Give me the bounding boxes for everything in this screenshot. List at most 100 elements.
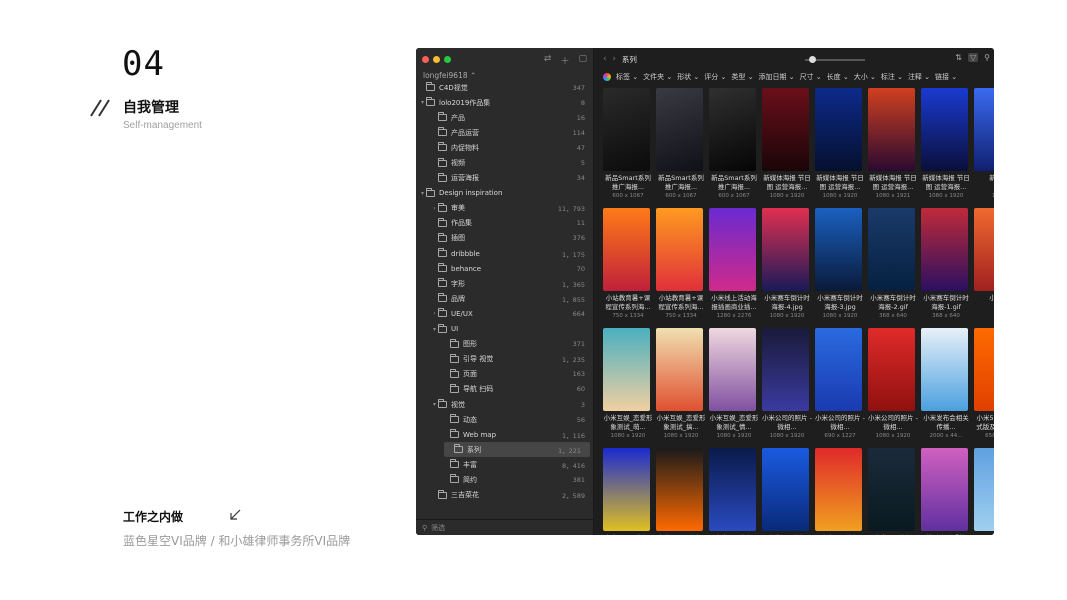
filter-dropdown[interactable]: 尺寸 ⌄ xyxy=(800,72,822,84)
tree-item[interactable]: 系列 1，221 xyxy=(444,442,590,458)
asset-thumbnail[interactable] xyxy=(815,88,862,171)
zoom-button[interactable] xyxy=(444,56,451,63)
asset-item[interactable]: 小米公司的照片 - 微相... 1080 x 1920 xyxy=(762,328,815,448)
asset-item[interactable]: 小米500强海报式版及板式参考 658 x 877 xyxy=(974,328,994,448)
tree-item[interactable]: 引导 视觉 1，235 xyxy=(416,352,594,367)
tree-item[interactable]: 产品运营 114 xyxy=(416,125,594,140)
tree-item[interactable]: 动态 56 xyxy=(416,412,594,427)
filter-dropdown[interactable]: 大小 ⌄ xyxy=(854,72,876,84)
asset-item[interactable]: 小米500强海报-形 xyxy=(656,448,709,535)
asset-item[interactable]: 新品Smart系列推广海报... 600 x 1067 xyxy=(603,88,656,208)
asset-thumbnail[interactable] xyxy=(603,208,650,291)
asset-thumbnail[interactable] xyxy=(709,208,756,291)
tree-item[interactable]: 三吉菜花 2，589 xyxy=(416,488,594,503)
asset-item[interactable]: 新品Smart系列推广海报... 600 x 1067 xyxy=(709,88,762,208)
tree-item[interactable]: 内促物料 47 xyxy=(416,140,594,155)
tree-item[interactable]: C4D视觉 347 xyxy=(416,80,594,95)
asset-thumbnail[interactable] xyxy=(709,328,756,411)
asset-thumbnail[interactable] xyxy=(868,328,915,411)
asset-thumbnail[interactable] xyxy=(709,448,756,531)
disclosure-icon[interactable]: › xyxy=(431,310,438,317)
filter-dropdown[interactable]: 添加日期 ⌄ xyxy=(758,72,794,84)
asset-item[interactable]: 小站教育暑+课程宣传系列海... 750 x 1334 xyxy=(603,208,656,328)
tree-item[interactable]: ▾ 视觉 3 xyxy=(416,397,594,412)
tree-item[interactable]: 产品 16 xyxy=(416,110,594,125)
tree-item[interactable]: 字形 1，365 xyxy=(416,276,594,291)
asset-thumbnail[interactable] xyxy=(656,208,703,291)
asset-item[interactable]: 小米315海报 xyxy=(709,448,762,535)
filter-dropdown[interactable]: 类型 ⌄ xyxy=(731,72,753,84)
asset-item[interactable]: 新媒体海报 节日图 运营海报... 1080 x 1920 xyxy=(921,88,974,208)
asset-thumbnail[interactable] xyxy=(762,328,809,411)
back-forward-icon[interactable]: ‹ › xyxy=(603,54,616,64)
asset-item[interactable]: 小米赛车倒计时海报-4.jpg 1080 x 1920 xyxy=(762,208,815,328)
tree-item[interactable]: 简约 381 xyxy=(416,472,594,487)
sidebar-filter[interactable]: ⚲ 筛选 xyxy=(416,519,594,535)
account-switcher[interactable]: longfei9618 ⌃ xyxy=(423,71,476,80)
asset-item[interactable]: 新媒体海报 节日图 运营海报... 1080 x 1920 xyxy=(815,88,868,208)
tree-item[interactable]: › UE/UX 664 xyxy=(416,306,594,321)
asset-item[interactable]: 新品Smart系列推广海报... 600 x 1067 xyxy=(656,88,709,208)
tree-item[interactable]: ▾ Design inspiration xyxy=(416,186,594,201)
filter-dropdown[interactable]: 文件夹 ⌄ xyxy=(643,72,672,84)
search-icon[interactable]: ⚲ xyxy=(984,53,990,62)
asset-item[interactable]: 小米赛车倒计时海报-2.gif 368 x 640 xyxy=(868,208,921,328)
tree-item[interactable]: 插图 376 xyxy=(416,231,594,246)
tree-item[interactable]: dribbble 1，175 xyxy=(416,246,594,261)
asset-item[interactable]: 小米线上活动海报插画商业插... 1280 x 2276 xyxy=(709,208,762,328)
minimize-button[interactable] xyxy=(433,56,440,63)
asset-thumbnail[interactable] xyxy=(815,208,862,291)
disclosure-icon[interactable]: ▾ xyxy=(419,99,426,106)
asset-thumbnail[interactable] xyxy=(603,88,650,171)
asset-thumbnail[interactable] xyxy=(815,328,862,411)
asset-thumbnail[interactable] xyxy=(974,88,994,171)
asset-thumbnail[interactable] xyxy=(921,328,968,411)
asset-thumbnail[interactable] xyxy=(603,448,650,531)
asset-item[interactable]: 小米发布会相关传播... 2000 x 44... xyxy=(921,328,974,448)
filter-icon[interactable]: ▽ xyxy=(967,53,979,62)
slider-handle[interactable] xyxy=(809,56,816,63)
sidebar-toggle-icon[interactable]: ▢ xyxy=(578,54,587,67)
asset-thumbnail[interactable] xyxy=(974,328,994,411)
asset-thumbnail[interactable] xyxy=(656,328,703,411)
asset-thumbnail[interactable] xyxy=(974,208,994,291)
disclosure-icon[interactable]: ▾ xyxy=(431,326,438,333)
filter-dropdown[interactable]: 长度 ⌄ xyxy=(827,72,849,84)
asset-thumbnail[interactable] xyxy=(868,448,915,531)
asset-item[interactable]: 小米互娱_恋爱形象测试_情... 1080 x 1920 xyxy=(709,328,762,448)
disclosure-icon[interactable]: ▾ xyxy=(431,401,438,408)
tree-item[interactable]: behance 70 xyxy=(416,261,594,276)
tree-item[interactable]: 导航 扫码 60 xyxy=(416,382,594,397)
asset-item[interactable]: 小米315海报 xyxy=(815,448,868,535)
asset-item[interactable]: 小米315海报 xyxy=(868,448,921,535)
filter-dropdown[interactable]: 评分 ⌄ xyxy=(704,72,726,84)
filter-dropdown[interactable]: 形状 ⌄ xyxy=(677,72,699,84)
asset-item[interactable]: 小米赛车倒计时海报-1.gif 368 x 640 xyxy=(921,208,974,328)
tree-item[interactable]: 运营海报 34 xyxy=(416,171,594,186)
asset-item[interactable]: 新媒体海报 节日图 运营海报... 1080 x 1921 xyxy=(868,88,921,208)
sort-icon[interactable]: ⇅ xyxy=(955,53,962,62)
filter-dropdown[interactable]: 标签 ⌄ xyxy=(616,72,638,84)
color-filter-icon[interactable] xyxy=(603,73,611,81)
asset-item[interactable]: 消除 xyxy=(974,448,994,535)
asset-thumbnail[interactable] xyxy=(921,208,968,291)
asset-thumbnail[interactable] xyxy=(656,88,703,171)
asset-item[interactable]: 小米315海报 xyxy=(762,448,815,535)
filter-dropdown[interactable]: 标注 ⌄ xyxy=(881,72,903,84)
tree-item[interactable]: Web map 1，116 xyxy=(416,427,594,442)
filter-dropdown[interactable]: 注释 ⌄ xyxy=(908,72,930,84)
tree-item[interactable]: ▾ lolo2019作品集 8 xyxy=(416,95,594,110)
filter-dropdown[interactable]: 链接 ⌄ xyxy=(935,72,957,84)
asset-item[interactable]: 消除者联盟的 xyxy=(921,448,974,535)
asset-thumbnail[interactable] xyxy=(709,88,756,171)
disclosure-icon[interactable]: ▾ xyxy=(419,190,426,197)
asset-thumbnail[interactable] xyxy=(762,88,809,171)
asset-item[interactable]: 小米互娱_恋爱形象测试_搞... 1080 x 1920 xyxy=(656,328,709,448)
asset-thumbnail[interactable] xyxy=(868,208,915,291)
asset-item[interactable]: 小站教育暑+课程宣传系列海... 750 x 1334 xyxy=(656,208,709,328)
asset-thumbnail[interactable] xyxy=(762,208,809,291)
tree-item[interactable]: 页面 163 xyxy=(416,367,594,382)
tree-item[interactable]: 品牌 1，855 xyxy=(416,291,594,306)
asset-thumbnail[interactable] xyxy=(921,88,968,171)
tree-item[interactable]: › 审美 11，793 xyxy=(416,201,594,216)
